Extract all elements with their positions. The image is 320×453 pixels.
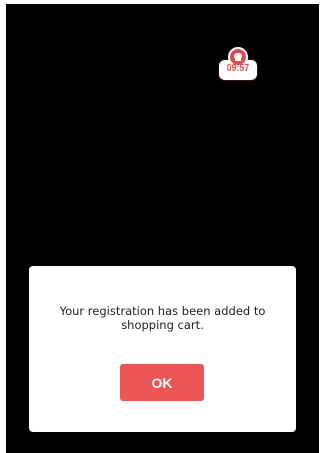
session-timer-badge: 09:57 [219,47,257,83]
timer-text: 09:57 [226,63,250,74]
confirmation-dialog: Your registration has been added to shop… [29,266,296,432]
dialog-message: Your registration has been added to shop… [59,304,266,332]
ok-button[interactable]: OK [120,364,204,401]
